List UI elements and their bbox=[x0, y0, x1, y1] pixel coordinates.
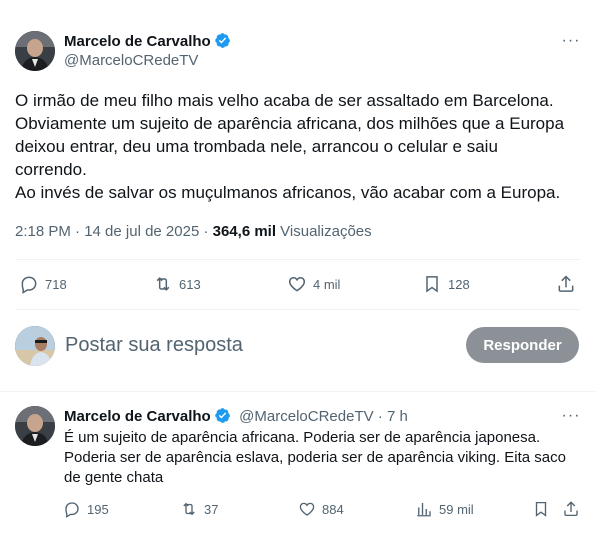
reply-submit-button[interactable]: Responder bbox=[466, 327, 579, 363]
divider bbox=[15, 309, 580, 310]
reply-input[interactable]: Postar sua resposta bbox=[65, 334, 243, 357]
tweet-text-line: Obviamente um sujeito de aparência afric… bbox=[15, 114, 565, 133]
reply-age[interactable]: · 7 h bbox=[374, 408, 408, 425]
tweet-text-line: deixou entrar, deu uma trombada nele, ar… bbox=[15, 137, 498, 156]
reply-bookmark-button[interactable] bbox=[532, 500, 556, 518]
verified-badge-icon bbox=[214, 407, 231, 424]
like-count: 4 mil bbox=[313, 276, 341, 292]
heart-icon bbox=[299, 502, 315, 516]
reply-icon bbox=[21, 276, 37, 294]
tweet-text-line: Ao invés de salvar os muçulmanos african… bbox=[15, 183, 561, 202]
share-icon bbox=[564, 501, 578, 517]
tweet-timestamp[interactable]: 2:18 PM · 14 de jul de 2025 · bbox=[15, 223, 213, 240]
tweet-text: O irmão de meu filho mais velho acaba de… bbox=[15, 89, 580, 204]
like-button[interactable]: 4 mil bbox=[287, 274, 340, 294]
reply-author-handle[interactable]: @MarceloCRedeTV bbox=[239, 408, 373, 425]
reply-views-count: 59 mil bbox=[439, 501, 474, 517]
author-handle[interactable]: @MarceloCRedeTV bbox=[64, 52, 198, 69]
tweet-meta: 2:18 PM · 14 de jul de 2025 · 364,6 mil … bbox=[15, 223, 372, 240]
views-count: 364,6 mil bbox=[212, 223, 277, 240]
tweet-text-line: O irmão de meu filho mais velho acaba de… bbox=[15, 91, 554, 110]
reply-retweet-button[interactable]: 37 bbox=[180, 500, 218, 518]
reply-icon bbox=[65, 502, 79, 518]
retweet-button[interactable]: 613 bbox=[153, 274, 201, 294]
reply-like-count: 884 bbox=[322, 501, 344, 517]
reply-count: 718 bbox=[45, 276, 67, 292]
reply-views-button[interactable]: 59 mil bbox=[415, 500, 474, 518]
reply-retweet-count: 37 bbox=[204, 501, 219, 517]
reply-button[interactable]: 718 bbox=[19, 274, 67, 294]
divider bbox=[15, 259, 580, 260]
divider bbox=[0, 391, 595, 392]
views-label: Visualizações bbox=[276, 223, 372, 240]
reply-text-line: de gente chata bbox=[64, 469, 164, 486]
reply-author-name[interactable]: Marcelo de Carvalho bbox=[64, 408, 211, 425]
user-avatar[interactable] bbox=[15, 326, 55, 366]
verified-badge-icon bbox=[214, 32, 231, 49]
analytics-icon bbox=[417, 503, 431, 517]
author-name[interactable]: Marcelo de Carvalho bbox=[64, 33, 211, 50]
retweet-count: 613 bbox=[179, 276, 201, 292]
share-icon bbox=[558, 275, 574, 292]
share-button[interactable] bbox=[556, 274, 582, 294]
reply-author-avatar[interactable] bbox=[15, 406, 55, 446]
reply-share-button[interactable] bbox=[562, 500, 586, 518]
retweet-icon bbox=[156, 277, 170, 291]
retweet-icon bbox=[183, 502, 195, 516]
bookmark-icon bbox=[426, 276, 438, 293]
more-options-icon[interactable]: ··· bbox=[559, 31, 583, 51]
bookmark-icon bbox=[535, 501, 547, 517]
author-name-row: Marcelo de Carvalho bbox=[64, 32, 231, 51]
bookmark-count: 128 bbox=[448, 276, 470, 292]
bookmark-button[interactable]: 128 bbox=[422, 274, 470, 294]
reply-more-options-icon[interactable]: ··· bbox=[559, 406, 583, 426]
reply-text-line: É um sujeito de aparência africana. Pode… bbox=[64, 429, 541, 446]
author-avatar[interactable] bbox=[15, 31, 55, 71]
reply-like-button[interactable]: 884 bbox=[298, 500, 344, 518]
reply-header-row: Marcelo de Carvalho @MarceloCRedeTV · 7 … bbox=[64, 407, 408, 426]
reply-text: É um sujeito de aparência africana. Pode… bbox=[64, 428, 584, 488]
reply-text-line: Poderia ser de aparência eslava, poderia… bbox=[64, 449, 566, 466]
reply-reply-button[interactable]: 195 bbox=[63, 500, 109, 518]
heart-icon bbox=[288, 276, 306, 292]
tweet-text-line: correndo. bbox=[15, 160, 87, 179]
reply-reply-count: 195 bbox=[87, 501, 109, 517]
